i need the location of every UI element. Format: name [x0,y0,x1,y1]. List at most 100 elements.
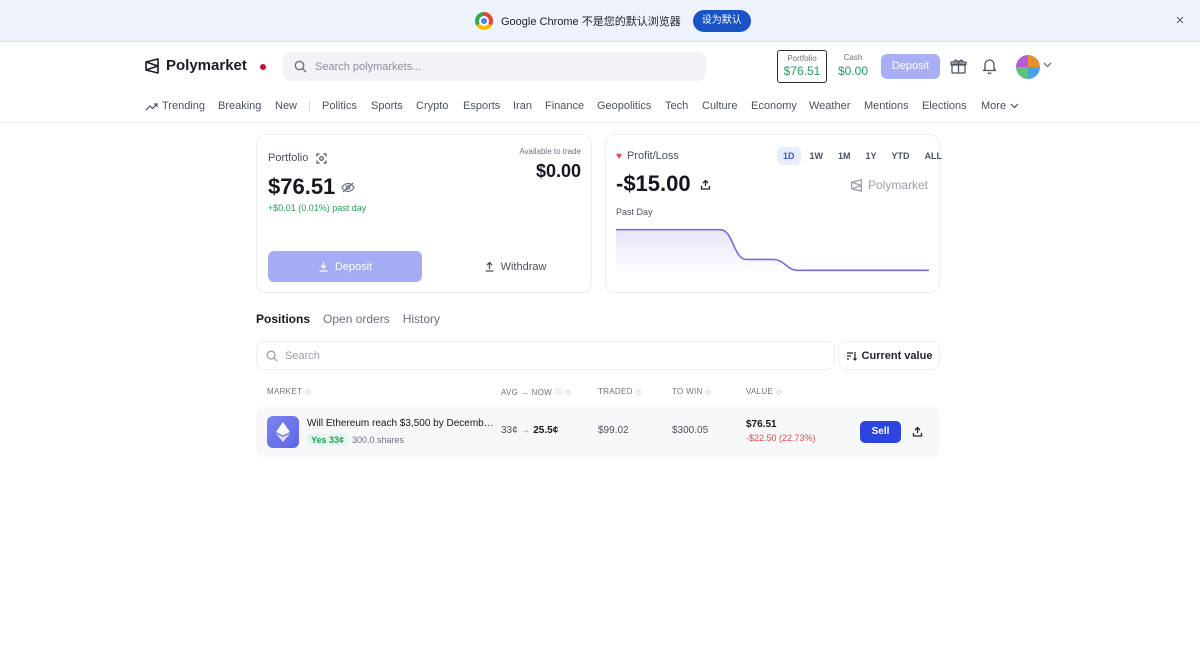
sort-toggle-icon: ◇ [635,388,642,396]
header-divider [0,122,1200,123]
nav-item-sports[interactable]: Sports [371,96,403,116]
market-title[interactable]: Will Ethereum reach $3,500 by December 3… [307,418,497,429]
current-price: 25.5¢ [533,425,559,436]
nav-item-weather[interactable]: Weather [809,96,850,116]
available-to-trade-value: $0.00 [535,161,581,181]
withdraw-button-label: Withdraw [500,260,547,273]
table-row[interactable]: Will Ethereum reach $3,500 by December 3… [256,407,940,457]
profit-loss-area [616,229,929,275]
category-nav: Trending Breaking New Politics Sports Cr… [0,96,1200,116]
search-input[interactable]: Search polymarkets... [283,52,706,81]
search-icon [266,350,278,362]
column-header-label: VALUE [746,387,774,396]
polymarket-watermark: Polymarket [850,178,928,192]
share-icon[interactable] [912,426,923,437]
column-header-market[interactable]: MARKET ◇ [267,387,311,396]
notifications-bell-icon[interactable] [981,57,998,75]
sort-toggle-icon: ◇ [776,388,782,396]
profit-loss-period: Past Day [616,207,653,217]
tab-1y[interactable]: 1Y [860,147,883,165]
positions-search-placeholder: Search [285,349,320,362]
positions-tabs: Positions Open orders History [256,312,453,326]
column-header-label: MARKET [267,387,303,396]
portfolio-change: +$0.01 (0.01%) past day [268,203,367,213]
tab-1m[interactable]: 1M [832,147,857,165]
column-header-traded[interactable]: TRADED ◇ [598,387,641,396]
tab-positions[interactable]: Positions [256,312,310,326]
nav-label: Trending [162,100,206,112]
japan-flag-icon[interactable] [256,61,270,73]
cash-summary[interactable]: Cash $0.00 [835,53,871,78]
column-header-label: TO WIN [672,387,703,396]
cash-label: Cash [843,53,863,62]
brand-name: Polymarket [166,57,247,74]
infobar-message: Google Chrome 不是您的默认浏览器 [501,16,681,28]
portfolio-summary-button[interactable]: Portfolio $76.51 [777,50,827,83]
positions-search-input[interactable]: Search [256,341,835,370]
share-icon[interactable] [700,179,711,190]
cash-value: $0.00 [837,64,869,78]
portfolio-summary-value: $76.51 [783,64,821,78]
tab-1w[interactable]: 1W [804,147,830,165]
nav-item-esports[interactable]: Esports [463,96,500,116]
nav-item-economy[interactable]: Economy [751,96,797,116]
heart-icon: ♥ [616,150,622,162]
profit-loss-label: Profit/Loss [626,150,679,162]
nav-item-culture[interactable]: Culture [702,96,737,116]
nav-divider [309,101,310,112]
nav-item-geopolitics[interactable]: Geopolitics [597,96,651,116]
withdraw-button[interactable]: Withdraw [438,251,592,282]
header-deposit-button[interactable]: Deposit [881,54,940,79]
close-icon[interactable]: × [1172,13,1188,29]
download-icon [319,262,328,272]
value-cell: $76.51 [746,419,777,430]
nav-item-breaking[interactable]: Breaking [218,96,261,116]
column-header-to-win[interactable]: TO WIN ◇ [672,387,711,396]
chrome-logo-icon [475,12,493,30]
sell-button[interactable]: Sell [860,421,901,443]
set-default-button[interactable]: 设为默认 [692,10,751,32]
timeframe-tabs: 1D 1W 1M 1Y YTD ALL [777,147,951,165]
nav-item-elections[interactable]: Elections [922,96,967,116]
tab-1d[interactable]: 1D [777,147,801,165]
avatar[interactable] [1016,55,1040,79]
tab-open-orders[interactable]: Open orders [323,312,390,326]
chevron-down-icon[interactable] [1043,62,1052,68]
screenshot-icon[interactable] [316,152,327,164]
profit-loss-label-row: ♥ Profit/Loss [616,150,679,162]
nav-item-new[interactable]: New [275,96,297,116]
hide-balance-icon[interactable] [341,182,355,193]
nav-item-tech[interactable]: Tech [665,96,688,116]
info-icon: ⓘ [555,389,563,396]
gift-icon[interactable] [950,58,967,75]
sort-label: Current value [861,349,933,362]
tab-all[interactable]: ALL [919,147,949,165]
portfolio-card-value: $76.51 [268,174,336,199]
sort-toggle-icon: ◇ [305,388,311,396]
nav-item-crypto[interactable]: Crypto [416,96,448,116]
traded-cell: $99.02 [598,425,629,436]
tab-ytd[interactable]: YTD [886,147,916,165]
sort-toggle-icon: ◇ [565,389,571,396]
default-browser-infobar: Google Chrome 不是您的默认浏览器 设为默认 × [0,0,1200,42]
nav-item-politics[interactable]: Politics [322,96,357,116]
column-header-label: TRADED [598,387,633,396]
column-header-avg-now[interactable]: AVG → NOW ⓘ ◇ [501,387,571,397]
nav-item-mentions[interactable]: Mentions [864,96,909,116]
nav-item-iran[interactable]: Iran [513,96,532,116]
outcome-badge: Yes 33¢ [307,434,349,446]
upload-icon [485,261,494,272]
portfolio-card-label: Portfolio [268,152,309,164]
deposit-button[interactable]: Deposit [268,251,422,282]
polymarket-logo[interactable]: Polymarket [144,57,247,74]
nav-item-more[interactable]: More [981,96,1019,116]
polymarket-logo-icon [850,178,862,192]
tab-history[interactable]: History [403,312,440,326]
sort-current-value-button[interactable]: Current value [838,341,940,370]
arrow-right-icon: → [520,425,531,436]
ethereum-icon [267,416,299,448]
nav-item-trending[interactable]: Trending [145,96,205,116]
column-header-value[interactable]: VALUE ◇ [746,387,782,396]
portfolio-card-label-row: Portfolio [268,152,327,164]
nav-item-finance[interactable]: Finance [545,96,584,116]
